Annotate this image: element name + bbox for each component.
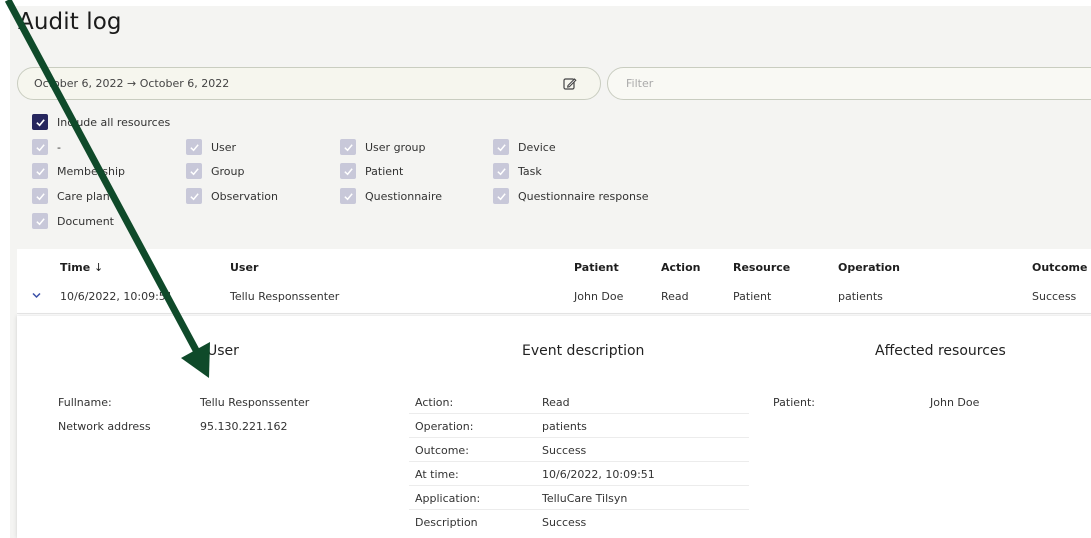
event-label: Description xyxy=(415,516,478,529)
event-label: Application: xyxy=(415,492,481,505)
resource-label: Membership xyxy=(57,164,125,178)
row-operation: patients xyxy=(838,290,883,303)
column-header-time[interactable]: Time ↓ xyxy=(60,261,103,274)
divider xyxy=(409,485,749,486)
divider xyxy=(17,313,1091,314)
checkbox-checked-icon xyxy=(340,163,356,179)
resource-checkbox[interactable]: Care plan xyxy=(32,188,110,204)
resource-label: User xyxy=(211,140,237,154)
resource-checkbox[interactable]: Group xyxy=(186,163,245,179)
filter-input[interactable]: Filter xyxy=(607,67,1091,100)
resource-checkbox[interactable]: Membership xyxy=(32,163,125,179)
date-range-value: October 6, 2022 → October 6, 2022 xyxy=(34,77,230,90)
checkbox-checked-icon xyxy=(186,188,202,204)
row-outcome: Success xyxy=(1032,290,1077,303)
column-header-action[interactable]: Action xyxy=(661,261,700,274)
sort-arrow-icon[interactable]: ↓ xyxy=(94,261,103,274)
resource-checkbox[interactable]: Observation xyxy=(186,188,278,204)
event-value: patients xyxy=(542,420,587,433)
column-header-operation[interactable]: Operation xyxy=(838,261,900,274)
resource-label: Care plan xyxy=(57,189,110,203)
checkbox-checked-icon xyxy=(32,114,48,130)
resource-label: Device xyxy=(518,140,556,154)
resource-checkbox[interactable]: Questionnaire xyxy=(340,188,442,204)
event-label: Action: xyxy=(415,396,454,409)
checkbox-checked-icon xyxy=(493,163,509,179)
divider xyxy=(409,413,749,414)
page-title: Audit log xyxy=(18,9,122,35)
checkbox-checked-icon xyxy=(493,188,509,204)
event-value: TelluCare Tilsyn xyxy=(542,492,628,505)
resource-checkbox[interactable]: User xyxy=(186,139,236,155)
resource-checkbox[interactable]: Document xyxy=(32,213,114,229)
resource-label: User group xyxy=(365,140,426,154)
divider xyxy=(409,509,749,510)
resource-label: Questionnaire xyxy=(365,189,443,203)
event-detail-panel: User Event description Affected resource… xyxy=(17,316,1091,538)
divider xyxy=(409,461,749,462)
column-header-resource[interactable]: Resource xyxy=(733,261,790,274)
checkbox-checked-icon xyxy=(340,188,356,204)
network-value: 95.130.221.162 xyxy=(200,420,288,433)
event-label: Outcome: xyxy=(415,444,469,457)
checkbox-checked-icon xyxy=(186,163,202,179)
column-header-outcome[interactable]: Outcome xyxy=(1032,261,1087,274)
resource-checkbox[interactable]: User group xyxy=(340,139,426,155)
include-all-label: Include all resources xyxy=(57,115,171,129)
checkbox-checked-icon xyxy=(32,139,48,155)
affected-label: Patient: xyxy=(773,396,816,409)
checkbox-checked-icon xyxy=(32,213,48,229)
network-label: Network address xyxy=(58,420,151,433)
column-header-patient[interactable]: Patient xyxy=(574,261,619,274)
resource-label: Observation xyxy=(211,189,278,203)
resource-label: Task xyxy=(518,164,542,178)
affected-value: John Doe xyxy=(930,396,980,409)
event-value: Success xyxy=(542,444,587,457)
event-value: Read xyxy=(542,396,570,409)
chevron-down-icon[interactable] xyxy=(31,290,42,301)
row-action: Read xyxy=(661,290,689,303)
checkbox-checked-icon xyxy=(493,139,509,155)
resource-label: Patient xyxy=(365,164,404,178)
event-value: 10/6/2022, 10:09:51 xyxy=(542,468,655,481)
event-label: Operation: xyxy=(415,420,474,433)
resource-label: Document xyxy=(57,214,114,228)
checkbox-checked-icon xyxy=(340,139,356,155)
edit-icon[interactable] xyxy=(563,77,577,91)
fullname-value: Tellu Responssenter xyxy=(200,396,310,409)
row-user: Tellu Responssenter xyxy=(230,290,340,303)
user-section-title: User xyxy=(207,343,239,359)
resource-label: - xyxy=(57,140,61,154)
checkbox-checked-icon xyxy=(186,139,202,155)
divider xyxy=(409,437,749,438)
event-label: At time: xyxy=(415,468,459,481)
event-value: Success xyxy=(542,516,587,529)
row-patient: John Doe xyxy=(574,290,624,303)
resource-checkbox[interactable]: Patient xyxy=(340,163,403,179)
affected-section-title: Affected resources xyxy=(875,343,1006,359)
resource-label: Group xyxy=(211,164,245,178)
resource-checkbox[interactable]: - xyxy=(32,139,61,155)
filter-placeholder: Filter xyxy=(626,77,654,90)
column-header-user[interactable]: User xyxy=(230,261,258,274)
include-all-checkbox[interactable]: Include all resources xyxy=(32,114,170,130)
resource-label: Questionnaire response xyxy=(518,189,649,203)
row-time: 10/6/2022, 10:09:51 xyxy=(60,290,173,303)
fullname-label: Fullname: xyxy=(58,396,112,409)
resource-checkbox[interactable]: Task xyxy=(493,163,542,179)
row-resource: Patient xyxy=(733,290,772,303)
resource-checkbox[interactable]: Questionnaire response xyxy=(493,188,648,204)
event-section-title: Event description xyxy=(522,343,645,359)
resource-checkbox[interactable]: Device xyxy=(493,139,556,155)
date-range-field[interactable]: October 6, 2022 → October 6, 2022 xyxy=(17,67,601,100)
checkbox-checked-icon xyxy=(32,188,48,204)
checkbox-checked-icon xyxy=(32,163,48,179)
